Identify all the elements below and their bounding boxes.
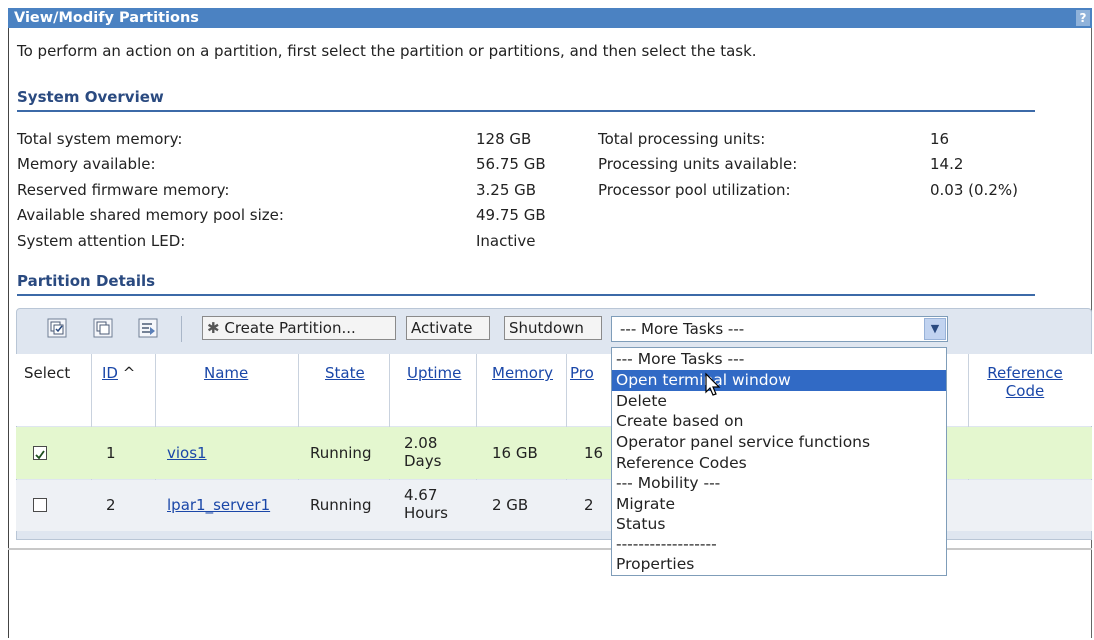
deselect-all-icon[interactable]	[92, 317, 114, 339]
checkmark-icon	[35, 450, 45, 460]
overview-label: Processing units available:	[598, 155, 798, 173]
menu-item-operator-panel[interactable]: Operator panel service functions	[612, 432, 946, 453]
column-header-state: State	[325, 364, 365, 382]
overview-value: 14.2	[930, 155, 964, 173]
overview-label: Memory available:	[17, 155, 156, 173]
row-state: Running	[310, 496, 372, 514]
filter-icon[interactable]	[137, 317, 159, 339]
overview-label: Processor pool utilization:	[598, 181, 791, 199]
column-header-name: Name	[204, 364, 249, 382]
row-memory: 16 GB	[492, 444, 538, 462]
column-header-id[interactable]: ID ^	[102, 364, 135, 382]
overview-label: Available shared memory pool size:	[17, 206, 284, 224]
row-id: 1	[106, 444, 116, 462]
menu-item-properties[interactable]: Properties	[612, 554, 946, 575]
menu-item-mobility-header[interactable]: --- Mobility ---	[612, 473, 946, 494]
row-processors: 2	[584, 496, 594, 514]
row-uptime: 4.67 Hours	[404, 486, 448, 522]
overview-label: System attention LED:	[17, 232, 186, 250]
menu-item-status[interactable]: Status	[612, 514, 946, 535]
row-processors: 16	[584, 444, 604, 462]
intro-text: To perform an action on a partition, fir…	[17, 42, 757, 60]
menu-item-delete[interactable]: Delete	[612, 391, 946, 412]
create-partition-button[interactable]: ✱ Create Partition...	[202, 316, 396, 340]
sort-ascending-icon: ^	[122, 364, 136, 382]
menu-item-open-terminal[interactable]: Open terminal window	[612, 370, 946, 391]
window-titlebar: View/Modify Partitions ?	[8, 8, 1092, 28]
section-divider	[17, 294, 1035, 296]
shutdown-button[interactable]: Shutdown	[504, 316, 602, 340]
column-header-select: Select	[24, 364, 71, 382]
menu-item[interactable]: --- More Tasks ---	[612, 349, 946, 370]
toolbar-separator	[181, 316, 182, 342]
row-name-link: vios1	[167, 444, 207, 462]
window-title: View/Modify Partitions	[14, 10, 199, 26]
overview-value: 56.75 GB	[476, 155, 546, 173]
row-uptime: 2.08 Days	[404, 434, 442, 470]
activate-button[interactable]: Activate	[406, 316, 490, 340]
row-memory: 2 GB	[492, 496, 529, 514]
select-all-icon[interactable]	[46, 317, 68, 339]
more-tasks-value: --- More Tasks ---	[620, 320, 745, 338]
row-select-checkbox[interactable]	[33, 446, 47, 460]
star-icon: ✱	[207, 319, 220, 337]
more-tasks-menu[interactable]: --- More Tasks --- Open terminal window …	[611, 347, 947, 576]
section-divider	[17, 110, 1035, 112]
partition-details-heading: Partition Details	[17, 272, 156, 290]
system-overview-heading: System Overview	[17, 88, 164, 106]
column-header-uptime: Uptime	[407, 364, 462, 382]
row-id: 2	[106, 496, 116, 514]
overview-value: 3.25 GB	[476, 181, 537, 199]
overview-value: 128 GB	[476, 130, 532, 148]
menu-item-reference-codes[interactable]: Reference Codes	[612, 453, 946, 474]
menu-item-separator: ------------------	[616, 535, 717, 553]
column-header-memory: Memory	[492, 364, 554, 382]
create-partition-label: Create Partition...	[224, 319, 356, 337]
overview-label: Total processing units:	[598, 130, 766, 148]
overview-label: Reserved firmware memory:	[17, 181, 230, 199]
row-state: Running	[310, 444, 372, 462]
menu-item-create-based-on[interactable]: Create based on	[612, 411, 946, 432]
overview-label: Total system memory:	[17, 130, 183, 148]
mouse-pointer-icon	[705, 372, 721, 396]
row-name-link: lpar1_server1	[167, 496, 271, 514]
overview-value: 0.03 (0.2%)	[930, 181, 1018, 199]
help-button[interactable]: ?	[1076, 10, 1090, 26]
column-header-processors: Pro	[570, 364, 594, 382]
column-header-reference-code[interactable]: Reference Code	[984, 364, 1066, 400]
overview-value: 16	[930, 130, 950, 148]
overview-value: Inactive	[476, 232, 536, 250]
menu-item-migrate[interactable]: Migrate	[612, 494, 946, 515]
overview-value: 49.75 GB	[476, 206, 546, 224]
column-header-id-label[interactable]: ID	[102, 364, 118, 382]
chevron-down-icon[interactable]: ▼	[924, 318, 946, 340]
row-select-checkbox[interactable]	[33, 498, 47, 512]
more-tasks-select[interactable]: --- More Tasks --- ▼	[611, 316, 948, 342]
